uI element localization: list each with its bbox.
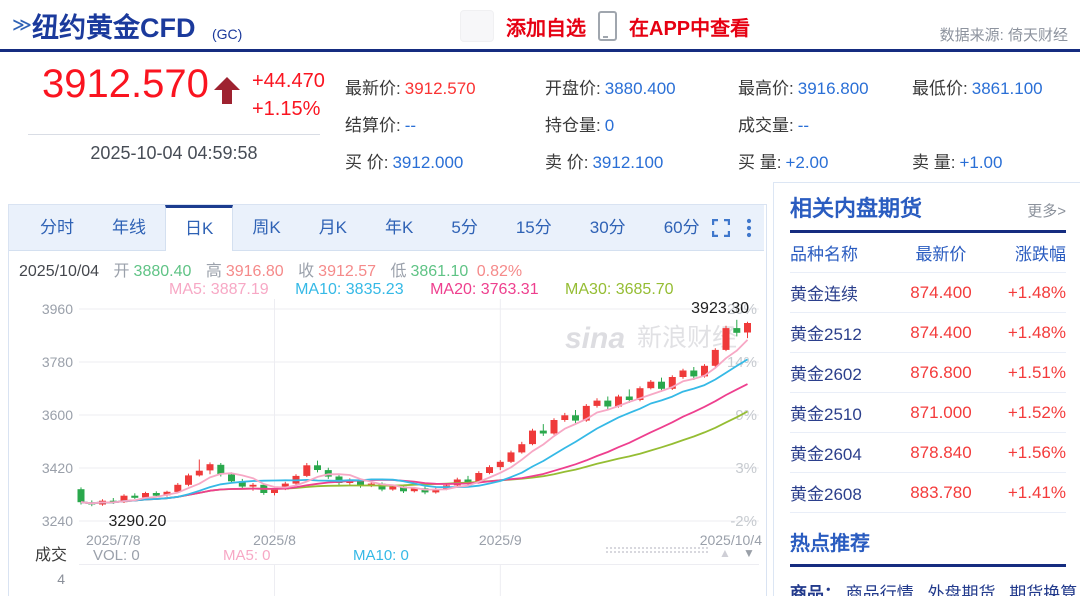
field-ask: 卖 价:3912.100 [545, 148, 663, 173]
last-price: 3912.570 [42, 62, 209, 107]
field-last: 最新价:3912.570 [345, 74, 476, 99]
table-row[interactable]: 黄金连续874.400+1.48% [790, 273, 1066, 313]
tab-15min[interactable]: 15分 [497, 205, 571, 250]
x-axis-label: 2025/8 [253, 532, 296, 548]
more-link[interactable]: 更多> [1027, 200, 1066, 221]
related-futures-panel: 相关内盘期货 更多> 品种名称 最新价 涨跌幅 黄金连续874.400+1.48… [773, 182, 1080, 596]
high-annotation: 3923.30 [691, 300, 749, 317]
pct-axis-label: 3% [735, 460, 757, 477]
price-axis-label: 3420 [42, 460, 73, 476]
x-axis-label: 2025/7/8 [86, 532, 141, 548]
ma5-line [81, 340, 748, 503]
svg-text:sina: sina [565, 322, 625, 355]
period-tabbar: 分时 年线 日K 周K 月K 年K 5分 15分 30分 60分 [9, 205, 764, 251]
tab-5min[interactable]: 5分 [432, 205, 496, 250]
vol-axis-tick: 4 [57, 571, 65, 587]
view-in-app-link[interactable]: 在APP中查看 [629, 12, 750, 41]
vol-ma5: MA5: 0 [223, 547, 271, 564]
hot-links-row: 商品： 商品行情 外盘期货 期货换算 [790, 579, 1066, 596]
page-title: 纽约黄金CFD [32, 6, 196, 45]
field-bid-size: 买 量:+2.00 [738, 148, 828, 173]
field-open-interest: 持仓量:0 [545, 111, 614, 136]
link-futures-converter[interactable]: 期货换算 [1009, 584, 1077, 596]
symbol-code: (GC) [212, 26, 242, 42]
x-axis-label: 2025/9 [479, 532, 522, 548]
pct-axis-label: -2% [730, 513, 757, 530]
ohlc-legend: 2025/10/04 开3880.40 高3916.80 收3912.57 低3… [19, 257, 522, 281]
scroll-up-icon: ▲ [719, 546, 731, 560]
low-annotation: 3290.20 [109, 513, 167, 530]
price-axis-label: 3780 [42, 354, 73, 370]
header-divider [0, 49, 1080, 52]
phone-icon [598, 11, 617, 41]
page: ≫ 纽约黄金CFD (GC) 添加自选 在APP中查看 数据来源: 倚天财经 3… [0, 0, 1080, 596]
price-axis-label: 3600 [42, 407, 73, 423]
price-change: +44.470 [252, 70, 325, 93]
table-row[interactable]: 黄金2608883.780+1.41% [790, 473, 1066, 513]
side-panel-title: 相关内盘期货 [790, 191, 922, 223]
table-row[interactable]: 黄金2510871.000+1.52% [790, 393, 1066, 433]
tab-daily-k[interactable]: 日K [165, 205, 233, 251]
scroll-down-icon: ▼ [743, 546, 755, 560]
price-axis-label: 3960 [42, 301, 73, 317]
table-row[interactable]: 黄金2602876.800+1.51% [790, 353, 1066, 393]
vol-ma10: MA10: 0 [353, 547, 409, 564]
table-row[interactable]: 黄金2604878.840+1.56% [790, 433, 1066, 473]
add-watchlist-icon[interactable] [460, 10, 494, 42]
field-ask-size: 卖 量:+1.00 [912, 148, 1002, 173]
price-change-pct: +1.15% [252, 98, 320, 121]
field-settle: 结算价:-- [345, 111, 416, 136]
tab-yearly-k[interactable]: 年K [366, 205, 432, 250]
tab-yearline[interactable]: 年线 [93, 205, 165, 250]
quote-timestamp: 2025-10-04 04:59:58 [28, 134, 320, 164]
price-axis-label: 3240 [42, 513, 73, 529]
link-commodity-quotes[interactable]: 商品行情 [846, 584, 914, 596]
field-bid: 买 价:3912.000 [345, 148, 463, 173]
field-open: 开盘价:3880.400 [545, 74, 676, 99]
price-up-arrow-icon [213, 76, 241, 106]
vol-pane-label: 成交 [35, 546, 67, 564]
sina-watermark: sina 新浪财经 [565, 322, 737, 355]
table-row[interactable]: 黄金2512874.400+1.48% [790, 313, 1066, 353]
hot-links-label: 商品： [790, 584, 841, 596]
vol-value: VOL: 0 [93, 547, 140, 564]
hot-recommend-title: 热点推荐 [790, 527, 1066, 556]
tab-monthly-k[interactable]: 月K [300, 205, 366, 250]
chart-scrollbar[interactable]: ▲ ▼ [606, 546, 755, 560]
hot-title-underline [790, 564, 1066, 567]
svg-text:新浪财经: 新浪财经 [637, 324, 737, 352]
tab-weekly-k[interactable]: 周K [233, 205, 299, 250]
kebab-menu-icon[interactable] [746, 218, 752, 238]
header-actions: 添加自选 在APP中查看 [460, 10, 750, 42]
data-source-label: 数据来源: 倚天财经 [940, 24, 1068, 45]
tab-minute[interactable]: 分时 [21, 205, 93, 250]
tab-60min[interactable]: 60分 [645, 205, 719, 250]
add-watchlist-button[interactable]: 添加自选 [506, 12, 586, 41]
title-marker-icon: ≫ [12, 14, 32, 37]
field-low: 最低价:3861.100 [912, 74, 1043, 99]
candlestick-chart[interactable]: 39603780360034203240 sina 新浪财经20%14%9%3%… [9, 293, 764, 596]
tab-30min[interactable]: 30分 [571, 205, 645, 250]
futures-table-header: 品种名称 最新价 涨跌幅 [790, 233, 1066, 273]
fullscreen-icon[interactable] [712, 219, 730, 237]
link-foreign-futures[interactable]: 外盘期货 [927, 584, 995, 596]
field-volume: 成交量:-- [738, 111, 809, 136]
field-high: 最高价:3916.800 [738, 74, 869, 99]
kline-panel: 分时 年线 日K 周K 月K 年K 5分 15分 30分 60分 20 [8, 204, 767, 596]
